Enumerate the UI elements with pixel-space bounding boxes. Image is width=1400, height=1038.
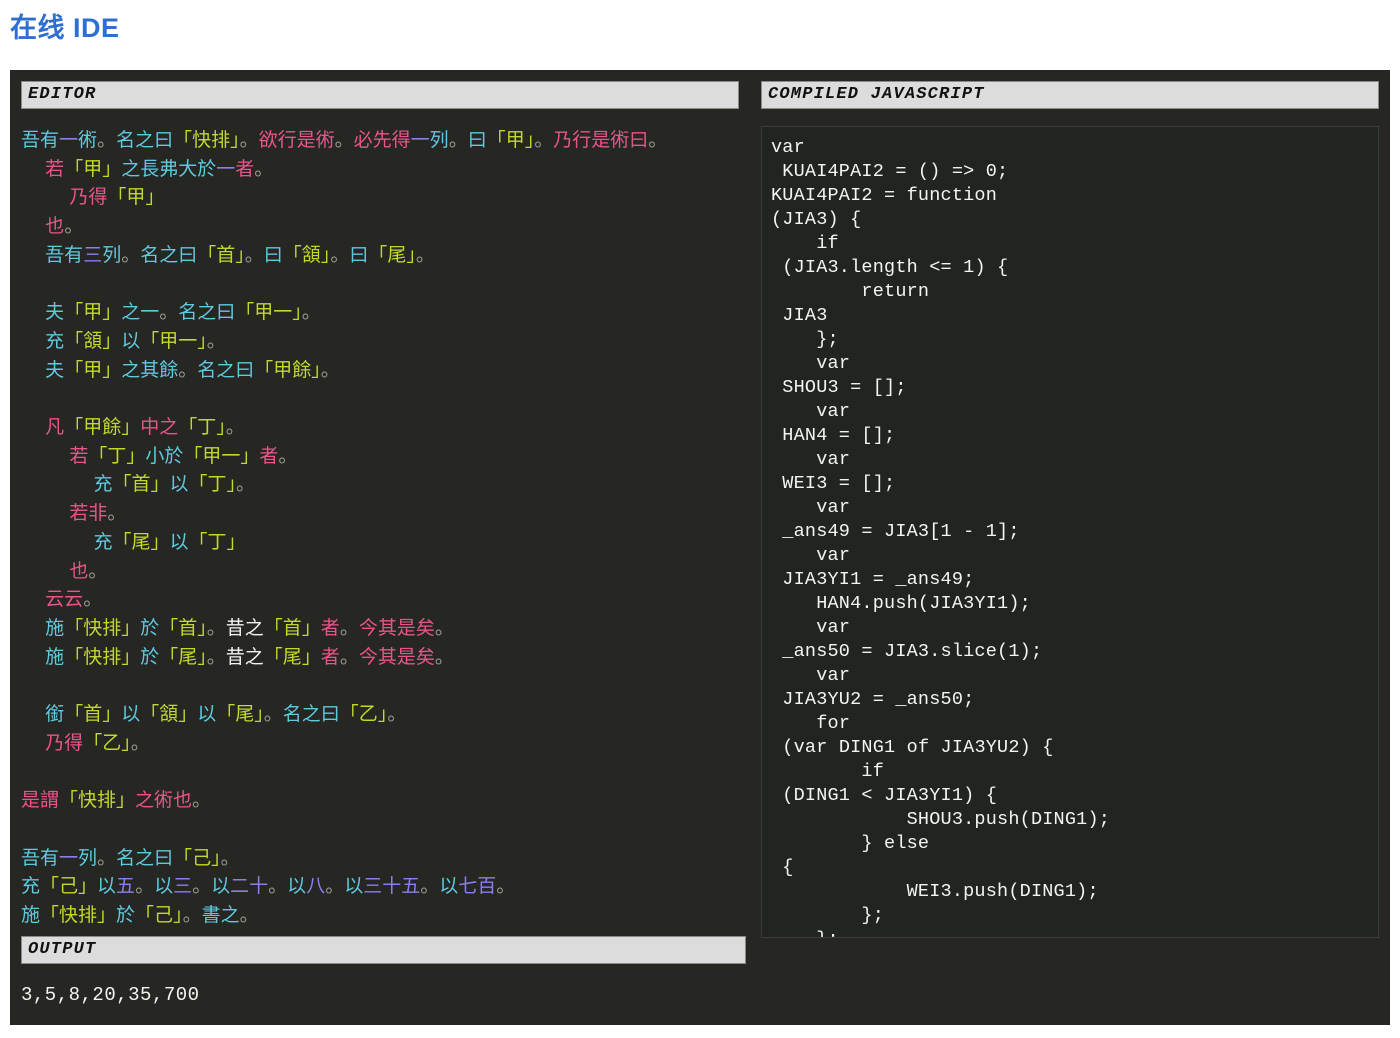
editor-line: 吾有三列。名之曰「首」。曰「頷」。曰「尾」。 (45, 243, 435, 266)
editor-pane: EDITOR 吾有一術。名之曰「快排」。欲行是術。必先得一列。曰「甲」。乃行是術… (10, 70, 750, 1025)
js-line: return (861, 281, 930, 302)
editor-line: 夫「甲」之其餘。名之曰「甲餘」。 (45, 358, 340, 381)
editor-line: 銜「首」以「頷」以「尾」。名之曰「乙」。 (45, 703, 407, 726)
editor-line: 也。 (69, 559, 108, 582)
js-line: }; (771, 905, 885, 926)
editor-panel-label: EDITOR (21, 81, 739, 109)
js-line: HAN4.push(JIA3YI1); (771, 593, 1031, 614)
editor-line: 若「甲」之長弗大於一者。 (45, 157, 274, 180)
js-line: var (816, 545, 851, 566)
editor-line: 充「己」以五。以三。以二十。以八。以三十五。以七百。 (21, 875, 516, 898)
app-header: 在线 IDE (0, 0, 1400, 56)
compiled-js-panel-label: COMPILED JAVASCRIPT (761, 81, 1379, 109)
js-line: var (816, 449, 851, 470)
js-line: SHOU3.push(DING1); (771, 809, 1111, 830)
editor-line: 乃得「甲」 (69, 186, 165, 209)
wenyan-editor[interactable]: 吾有一術。名之曰「快排」。欲行是術。必先得一列。曰「甲」。乃行是術曰。 若「甲」… (21, 126, 747, 930)
editor-line: 充「尾」以「丁」 (93, 530, 246, 553)
editor-line: 夫「甲」之一。名之曰「甲一」。 (45, 301, 321, 324)
editor-line: 充「首」以「丁」。 (93, 473, 256, 496)
js-line: for (816, 713, 851, 734)
editor-line: 凡「甲餘」中之「丁」。 (45, 416, 245, 439)
js-line: WEI3.push(DING1); (771, 881, 1099, 902)
output-section: OUTPUT 3,5,8,20,35,700 (21, 936, 750, 1006)
js-line: if (816, 233, 839, 254)
editor-line: 吾有一列。名之曰「己」。 (21, 846, 240, 869)
editor-line: 也。 (45, 215, 84, 238)
compiled-js-code[interactable]: var KUAI4PAI2 = () => 0; KUAI4PAI2 = func… (761, 126, 1379, 938)
js-line: }; (771, 329, 839, 350)
output-panel-label: OUTPUT (21, 936, 746, 964)
editor-line: 若「丁」小於「甲一」者。 (69, 444, 298, 467)
js-line: KUAI4PAI2 = function (771, 185, 998, 206)
editor-line: 云云。 (45, 588, 103, 611)
js-line: } else (771, 833, 930, 854)
js-line: var (816, 401, 851, 422)
editor-line: 施「快排」於「己」。書之。 (21, 903, 259, 926)
editor-line: 若非。 (69, 502, 127, 525)
js-line: var (816, 497, 851, 518)
js-line: }; (771, 928, 1366, 937)
editor-line: 充「頷」以「甲一」。 (45, 329, 226, 352)
editor-line: 施「快排」於「尾」。昔之「尾」者。今其是矣。 (45, 645, 454, 668)
editor-line: 是謂「快排」之術也。 (21, 789, 212, 812)
js-line: var (816, 353, 851, 374)
js-line: var (771, 137, 805, 158)
js-line: var (816, 617, 851, 638)
editor-line: 施「快排」於「首」。昔之「首」者。今其是矣。 (45, 616, 454, 639)
compiled-js-pane: COMPILED JAVASCRIPT var KUAI4PAI2 = () =… (750, 70, 1390, 1025)
ide-shell: EDITOR 吾有一術。名之曰「快排」。欲行是術。必先得一列。曰「甲」。乃行是術… (10, 70, 1390, 1025)
js-line: var (816, 665, 851, 686)
page-title: 在线 IDE (10, 12, 120, 43)
output-text: 3,5,8,20,35,700 (21, 984, 200, 1006)
editor-line: 乃得「乙」。 (45, 731, 150, 754)
editor-line: 吾有一術。名之曰「快排」。欲行是術。必先得一列。曰「甲」。乃行是術曰。 (21, 129, 668, 151)
js-line: if (861, 761, 885, 782)
